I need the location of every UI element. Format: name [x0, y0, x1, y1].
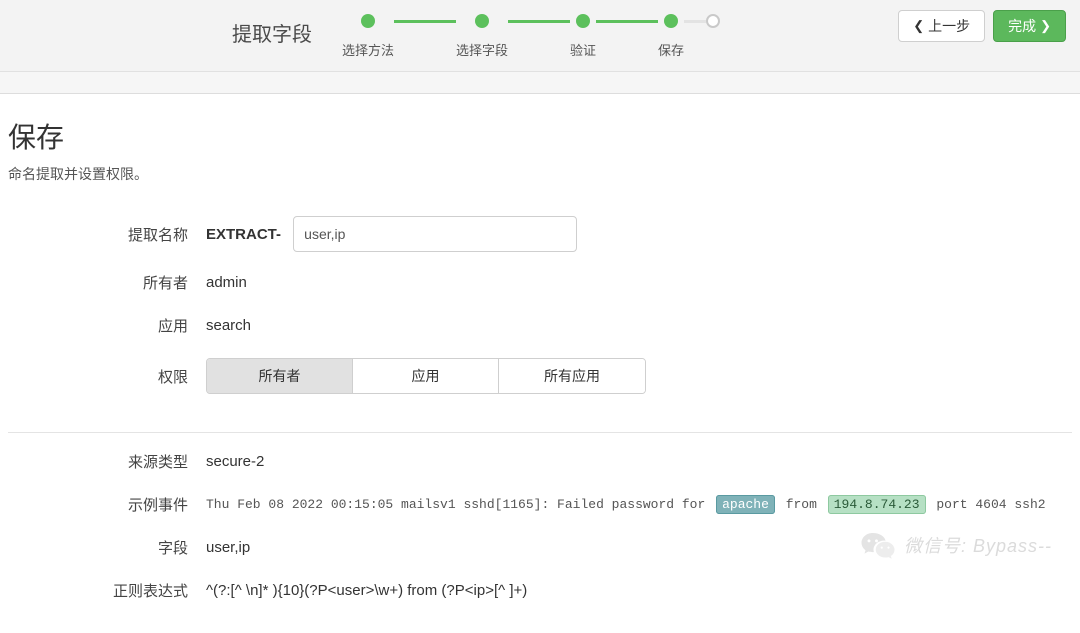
step-dot-icon — [664, 14, 678, 28]
header-inner: 提取字段 选择方法 选择字段 验证 — [0, 10, 1080, 59]
section-divider — [8, 432, 1072, 433]
step-dot-icon — [576, 14, 590, 28]
label-permissions: 权限 — [8, 366, 206, 387]
step-1: 选择方法 — [342, 14, 456, 59]
chevron-right-icon: ❯ — [1040, 18, 1051, 34]
row-permissions: 权限 所有者 应用 所有应用 — [8, 358, 1072, 394]
wizard-header: 提取字段 选择方法 选择字段 验证 — [0, 0, 1080, 72]
step-dot-icon — [361, 14, 375, 28]
prev-button-label: 上一步 — [928, 16, 970, 36]
wizard-title: 提取字段 — [232, 10, 312, 47]
value-extract-name: EXTRACT- — [206, 216, 1072, 252]
highlight-user: apache — [716, 495, 775, 514]
prev-button[interactable]: ❮ 上一步 — [898, 10, 985, 42]
perm-option-owner[interactable]: 所有者 — [207, 359, 353, 393]
secondary-bar — [0, 72, 1080, 94]
event-pre: Thu Feb 08 2022 00:15:05 mailsv1 sshd[11… — [206, 497, 713, 512]
step-label: 选择字段 — [456, 40, 508, 59]
step-dot-icon — [475, 14, 489, 28]
page-title: 保存 — [8, 116, 1072, 156]
label-app: 应用 — [8, 315, 206, 336]
step-connector — [596, 20, 658, 23]
label-sourcetype: 来源类型 — [8, 451, 206, 472]
extract-name-input[interactable] — [293, 216, 577, 252]
value-owner: admin — [206, 274, 1072, 291]
value-sourcetype: secure-2 — [206, 453, 1072, 470]
value-app: search — [206, 317, 1072, 334]
event-post: port 4604 ssh2 — [929, 497, 1046, 512]
step-label: 验证 — [570, 40, 596, 59]
finish-button-label: 完成 — [1008, 16, 1036, 36]
row-sourcetype: 来源类型 secure-2 — [8, 451, 1072, 472]
value-regex: ^(?:[^ \n]* ){10}(?P<user>\w+) from (?P<… — [206, 582, 1072, 599]
step-3: 验证 — [570, 14, 658, 59]
row-fields: 字段 user,ip — [8, 537, 1072, 558]
sample-event-value: Thu Feb 08 2022 00:15:05 mailsv1 sshd[11… — [206, 497, 1072, 512]
step-2: 选择字段 — [456, 14, 570, 59]
page-title-block: 保存 命名提取并设置权限。 — [0, 94, 1080, 188]
step-connector — [508, 20, 570, 23]
label-fields: 字段 — [8, 537, 206, 558]
step-pending — [706, 14, 720, 28]
wizard-stepper: 选择方法 选择字段 验证 保 — [342, 10, 720, 59]
header-actions: ❮ 上一步 完成 ❯ — [898, 10, 1066, 42]
step-label: 保存 — [658, 40, 684, 59]
step-4: 保存 — [658, 14, 706, 59]
extract-prefix: EXTRACT- — [206, 226, 281, 243]
label-extract-name: 提取名称 — [8, 224, 206, 245]
row-app: 应用 search — [8, 315, 1072, 336]
step-connector — [684, 20, 706, 23]
label-sample-event: 示例事件 — [8, 494, 206, 515]
label-owner: 所有者 — [8, 272, 206, 293]
row-sample-event: 示例事件 Thu Feb 08 2022 00:15:05 mailsv1 ss… — [8, 494, 1072, 515]
highlight-ip: 194.8.74.23 — [828, 495, 926, 514]
row-owner: 所有者 admin — [8, 272, 1072, 293]
page-subtitle: 命名提取并设置权限。 — [8, 164, 1072, 184]
details-area: 来源类型 secure-2 示例事件 Thu Feb 08 2022 00:15… — [0, 451, 1080, 633]
value-fields: user,ip — [206, 539, 1072, 556]
step-label: 选择方法 — [342, 40, 394, 59]
perm-option-app[interactable]: 应用 — [353, 359, 499, 393]
chevron-left-icon: ❮ — [913, 18, 924, 34]
permissions-group-wrap: 所有者 应用 所有应用 — [206, 358, 1072, 394]
event-mid: from — [778, 497, 825, 512]
form-area: 提取名称 EXTRACT- 所有者 admin 应用 search 权限 所有者… — [0, 188, 1080, 424]
step-dot-hollow-icon — [706, 14, 720, 28]
permissions-toggle: 所有者 应用 所有应用 — [206, 358, 646, 394]
step-connector — [394, 20, 456, 23]
finish-button[interactable]: 完成 ❯ — [993, 10, 1066, 42]
row-extract-name: 提取名称 EXTRACT- — [8, 216, 1072, 252]
perm-option-global[interactable]: 所有应用 — [499, 359, 645, 393]
